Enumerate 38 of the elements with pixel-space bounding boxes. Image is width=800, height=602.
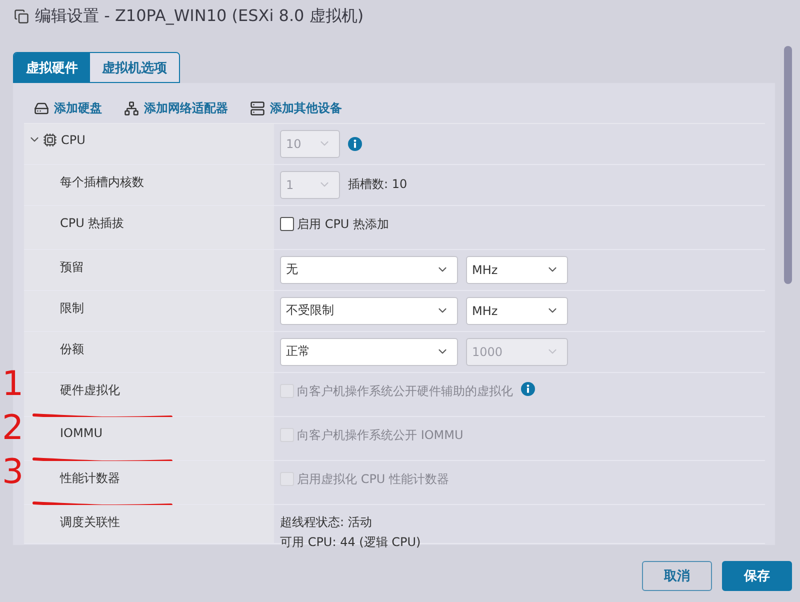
annotation-number: 1 — [2, 366, 24, 401]
dropdown[interactable]: 正常 — [280, 338, 458, 366]
setting-label: 限制 — [60, 300, 84, 317]
toolbar-button[interactable]: 添加其他设备 — [250, 100, 342, 118]
dropdown[interactable]: MHz — [466, 296, 568, 325]
window-title: 编辑设置 - Z10PA_WIN10 (ESXi 8.0 虚拟机) — [35, 6, 364, 26]
setting-label: 性能计数器 — [60, 470, 120, 487]
setting-label: 硬件虚拟化 — [60, 382, 120, 399]
dropdown[interactable]: MHz — [466, 256, 568, 284]
setting-label: CPU — [61, 132, 86, 147]
hard-drive-icon — [34, 101, 49, 116]
setting-label: 调度关联性 — [60, 514, 120, 531]
window-icon — [14, 8, 29, 24]
toolbar-button[interactable]: 添加网络适配器 — [124, 100, 228, 118]
setting-label: IOMMU — [60, 426, 102, 440]
scrollbar-thumb[interactable] — [784, 46, 792, 284]
setting-label: 预留 — [60, 258, 84, 276]
cancel-button[interactable]: 取消 — [642, 560, 712, 590]
annotation-number: 3 — [2, 454, 24, 489]
toolbar-button[interactable]: 添加硬盘 — [34, 100, 102, 118]
checkbox-option[interactable]: 启用 CPU 热添加 — [280, 216, 390, 233]
info-text: 可用 CPU: 44 (逻辑 CPU) — [280, 534, 421, 549]
tab[interactable]: 虚拟机选项 — [90, 53, 179, 82]
tab[interactable]: 虚拟硬件 — [14, 53, 90, 82]
setting-label: 每个插槽内核数 — [60, 174, 144, 191]
setting-label: CPU 热插拔 — [60, 214, 124, 232]
dropdown[interactable]: 无 — [280, 256, 458, 284]
server-icon — [250, 101, 265, 116]
network-icon — [124, 101, 139, 116]
info-text: 超线程状态: 活动 — [280, 514, 372, 529]
socket-count: 插槽数: 10 — [348, 176, 408, 194]
setting-label: 份额 — [60, 340, 84, 358]
annotation-number: 2 — [2, 410, 24, 445]
info-icon[interactable] — [521, 382, 535, 396]
info-icon[interactable] — [348, 136, 362, 151]
save-button[interactable]: 保存 — [722, 560, 792, 590]
dropdown[interactable]: 不受限制 — [280, 296, 458, 325]
checkbox[interactable] — [280, 217, 294, 232]
